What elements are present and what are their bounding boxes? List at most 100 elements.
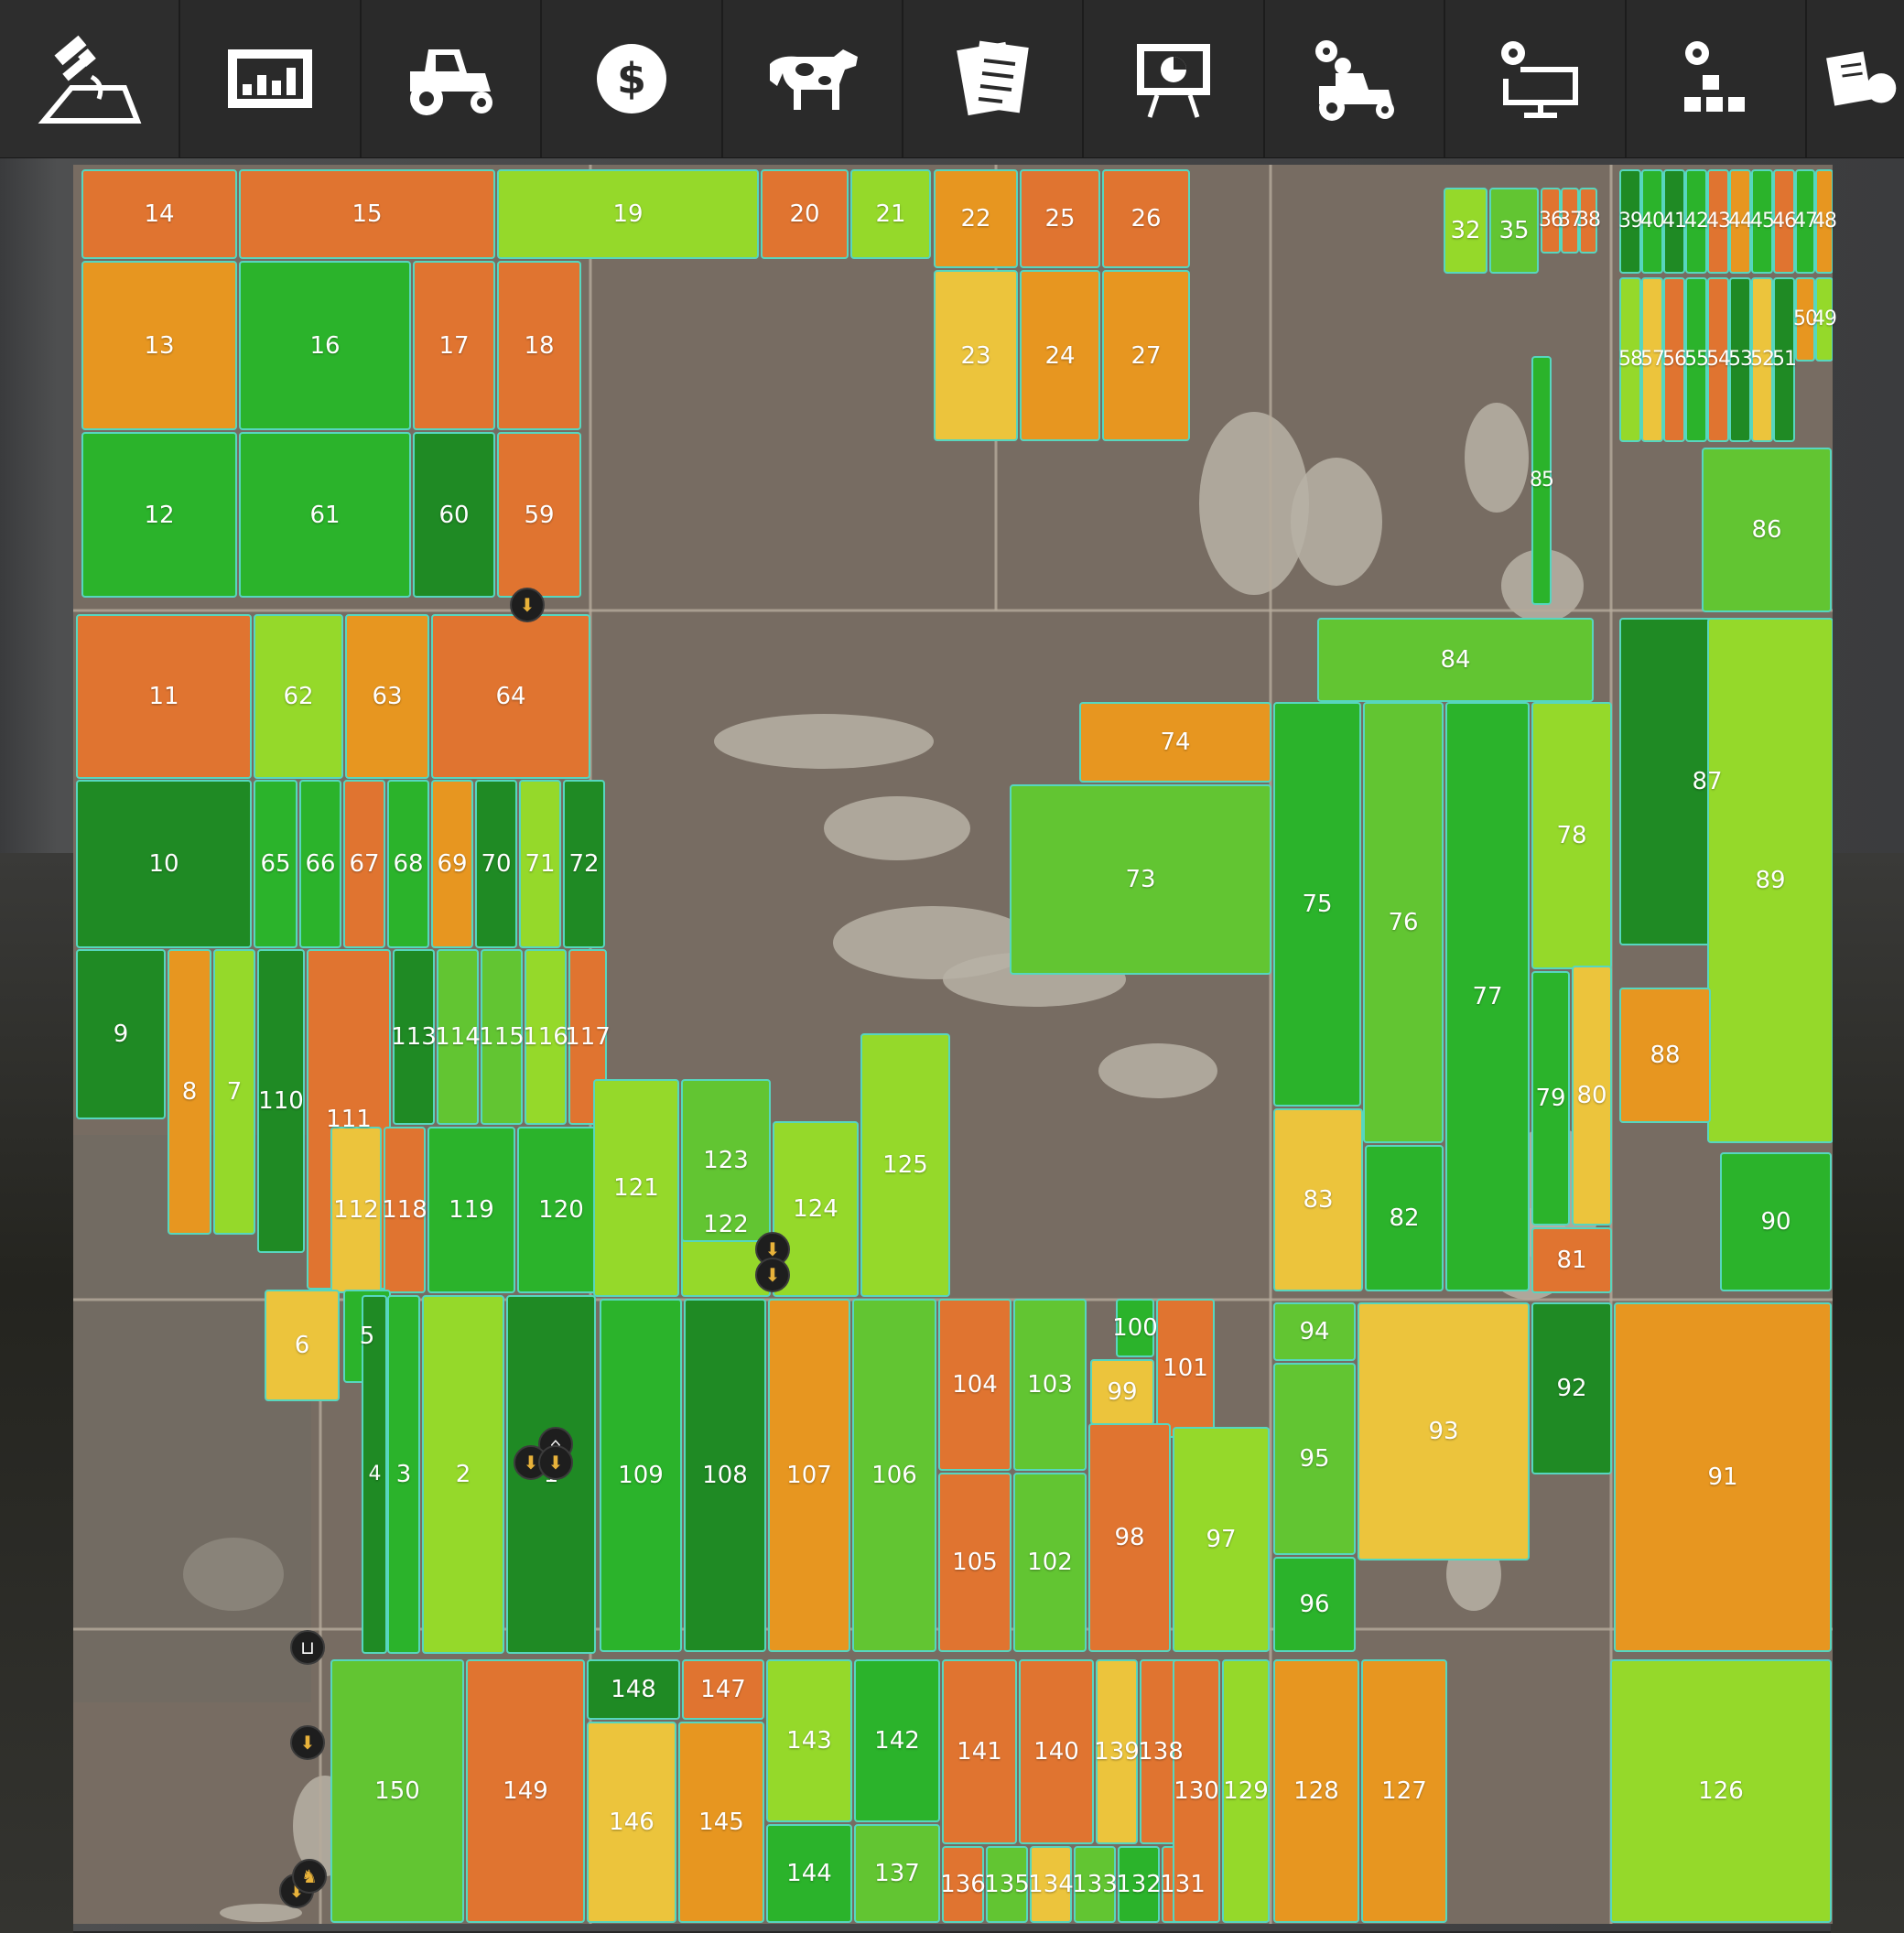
shop-basket-icon[interactable]: ⊔ [290,1630,325,1665]
field-17[interactable] [413,261,495,430]
field-75[interactable] [1273,702,1361,1107]
field-62[interactable] [254,614,343,779]
field-86[interactable] [1702,448,1832,612]
field-110[interactable] [257,949,305,1253]
field-59[interactable] [497,432,581,598]
field-39[interactable] [1619,169,1641,274]
field-38[interactable] [1579,188,1597,254]
field-74[interactable] [1079,702,1271,783]
field-15[interactable] [239,169,495,259]
field-98[interactable] [1088,1423,1171,1652]
field-128[interactable] [1273,1659,1359,1923]
map-view[interactable]: 14 15 19 20 21 22 25 26 13 16 17 18 23 24 27 12 61 60 59 32… [73,165,1837,1924]
contracts-tab[interactable] [903,0,1085,157]
field-92[interactable] [1531,1302,1612,1474]
field-85[interactable] [1531,356,1552,605]
field-52[interactable] [1751,277,1773,442]
field-143[interactable] [766,1659,852,1822]
sell-point-icon[interactable]: ⬇ [290,1725,325,1760]
field-105[interactable] [938,1473,1012,1652]
field-66[interactable] [299,780,341,948]
field-88[interactable] [1619,988,1711,1123]
field-40[interactable] [1641,169,1663,274]
field-67[interactable] [343,780,385,948]
field-60[interactable] [413,432,495,598]
field-54[interactable] [1707,277,1729,442]
tour-tab[interactable] [1084,0,1265,157]
field-10[interactable] [76,780,252,948]
field-51[interactable] [1773,277,1795,442]
field-76[interactable] [1363,702,1444,1143]
field-19[interactable] [497,169,759,259]
field-112[interactable] [330,1127,382,1293]
field-35[interactable] [1489,188,1539,274]
field-68[interactable] [387,780,429,948]
field-93[interactable] [1358,1302,1530,1560]
field-70[interactable] [475,780,517,948]
field-126[interactable] [1610,1659,1832,1923]
field-104[interactable] [938,1299,1012,1471]
field-6[interactable] [265,1290,340,1401]
field-120[interactable] [517,1127,605,1293]
field-20[interactable] [761,169,849,259]
field-103[interactable] [1013,1299,1087,1471]
field-140[interactable] [1019,1659,1094,1844]
field-2[interactable] [422,1295,504,1654]
field-79[interactable] [1531,971,1570,1226]
field-95[interactable] [1273,1363,1356,1555]
field-99[interactable] [1090,1359,1154,1425]
field-50[interactable] [1795,277,1815,362]
field-77[interactable] [1445,702,1530,1291]
field-63[interactable] [345,614,429,779]
field-25[interactable] [1020,169,1100,268]
sell-point-icon[interactable]: ⬇ [755,1258,790,1292]
field-46[interactable] [1773,169,1795,274]
field-146[interactable] [587,1722,676,1923]
field-13[interactable] [81,261,237,430]
vehicles-tab[interactable] [362,0,543,157]
field-27[interactable] [1102,270,1190,441]
field-133[interactable] [1074,1846,1116,1923]
field-125[interactable] [860,1033,950,1297]
field-26[interactable] [1102,169,1190,268]
field-145[interactable] [678,1722,764,1923]
animals-tab[interactable] [723,0,903,157]
field-36[interactable] [1541,188,1561,254]
field-49[interactable] [1815,277,1833,362]
field-72[interactable] [563,780,605,948]
field-23[interactable] [934,270,1018,441]
field-78[interactable] [1531,702,1612,969]
field-102[interactable] [1013,1473,1087,1652]
field-55[interactable] [1685,277,1707,442]
field-106[interactable] [852,1299,936,1652]
field-22[interactable] [934,169,1018,268]
field-48[interactable] [1815,169,1833,274]
field-115[interactable] [481,949,523,1125]
field-89[interactable] [1707,618,1833,1143]
field-101[interactable] [1156,1299,1215,1438]
animal-dealer-icon[interactable]: ♞ [292,1859,327,1894]
field-11[interactable] [76,614,252,779]
help-tab[interactable] [1807,0,1904,157]
field-69[interactable] [431,780,473,948]
field-147[interactable] [682,1659,764,1720]
field-57[interactable] [1641,277,1663,442]
field-61[interactable] [239,432,411,598]
field-56[interactable] [1663,277,1685,442]
field-94[interactable] [1273,1302,1356,1361]
field-144[interactable] [766,1824,852,1923]
field-113[interactable] [393,949,435,1125]
field-4[interactable] [362,1295,387,1654]
field-130[interactable] [1173,1659,1220,1923]
field-16[interactable] [239,261,411,430]
field-45[interactable] [1751,169,1773,274]
field-18[interactable] [497,261,581,430]
field-32[interactable] [1444,188,1488,274]
field-149[interactable] [466,1659,585,1923]
field-43[interactable] [1707,169,1729,274]
field-118[interactable] [384,1127,426,1293]
field-90[interactable] [1720,1152,1832,1291]
field-80[interactable] [1572,966,1612,1226]
field-134[interactable] [1030,1846,1072,1923]
field-127[interactable] [1361,1659,1447,1923]
